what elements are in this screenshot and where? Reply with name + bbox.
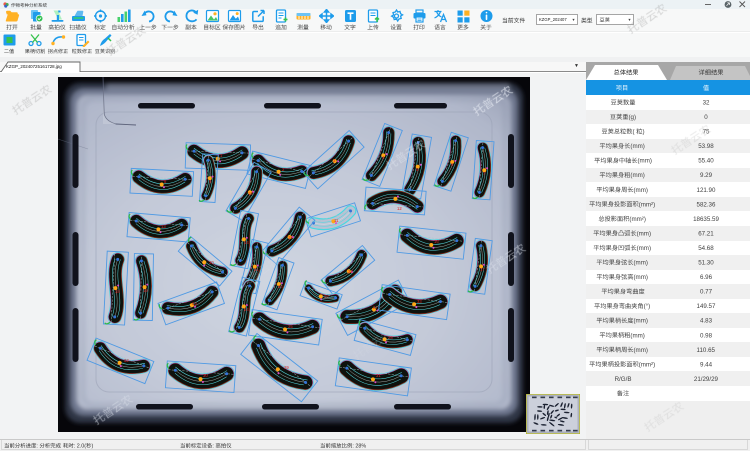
svg-text:15: 15	[288, 235, 293, 240]
svg-text:27: 27	[373, 305, 378, 310]
svg-text:23: 23	[192, 301, 197, 306]
svg-text:20: 20	[209, 260, 214, 265]
svg-text:21: 21	[254, 267, 259, 272]
svg-text:31: 31	[376, 373, 381, 378]
svg-text:34: 34	[278, 284, 283, 289]
svg-text:10: 10	[248, 191, 253, 196]
svg-text:11: 11	[334, 218, 339, 223]
svg-text:33: 33	[417, 299, 422, 304]
svg-text:17: 17	[480, 267, 485, 272]
svg-text:14: 14	[244, 240, 249, 245]
svg-text:26: 26	[324, 294, 329, 299]
svg-text:22: 22	[348, 269, 353, 274]
svg-text:24: 24	[244, 307, 249, 312]
svg-text:32: 32	[124, 358, 129, 363]
svg-text:12: 12	[397, 206, 402, 211]
svg-text:18: 18	[115, 289, 120, 294]
svg-text:25: 25	[288, 324, 293, 329]
svg-text:16: 16	[434, 239, 439, 244]
svg-text:13: 13	[161, 224, 166, 229]
svg-text:19: 19	[143, 288, 148, 293]
svg-text:28: 28	[388, 335, 393, 340]
svg-text:29: 29	[284, 365, 289, 370]
svg-text:30: 30	[203, 373, 208, 378]
